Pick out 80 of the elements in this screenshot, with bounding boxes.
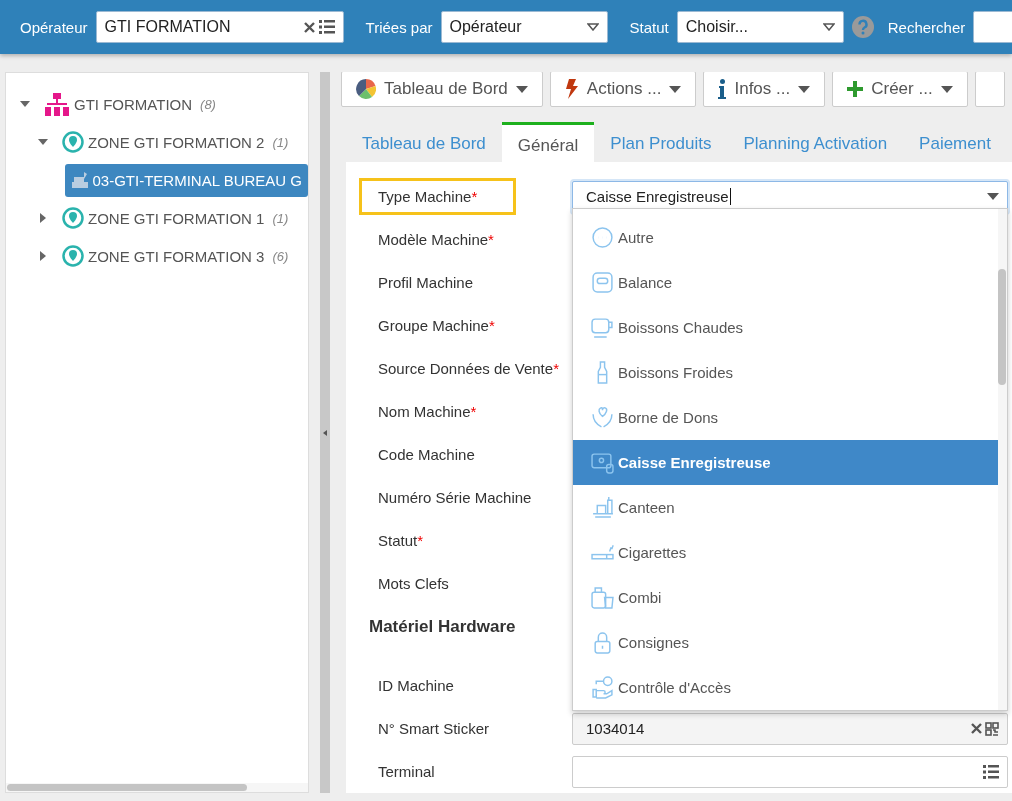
tree-item[interactable]: ZONE GTI FORMATION 1 (1)	[56, 201, 295, 235]
dropdown-option[interactable]: Balance	[573, 260, 998, 305]
dropdown-option[interactable]: Autre	[573, 215, 998, 260]
dropdown-caret-icon	[586, 23, 599, 31]
cash-register-icon	[591, 451, 614, 474]
lightning-icon	[564, 79, 579, 99]
toolbar-button[interactable]	[974, 72, 1005, 107]
heart-hands-icon	[591, 406, 614, 429]
padlock-icon	[591, 631, 614, 654]
help-icon	[851, 16, 874, 38]
tree-item[interactable]: 03-GTI-TERMINAL BUREAU G	[64, 163, 308, 197]
sort-label: Triées par	[365, 18, 433, 36]
clear-icon	[971, 723, 982, 734]
tree-item[interactable]: GTI FORMATION (8)	[38, 87, 222, 121]
tab[interactable]: Général	[501, 122, 595, 162]
qr-code-icon	[985, 721, 999, 736]
field-label: Profil Machine	[377, 273, 475, 293]
toolbar-button[interactable]: Actions ...	[549, 72, 697, 107]
tree-item[interactable]: ZONE GTI FORMATION 3 (6)	[56, 239, 295, 273]
caret-icon	[669, 85, 682, 93]
operator-field[interactable]: GTI FORMATION	[95, 11, 344, 43]
dropdown-caret-icon	[822, 23, 835, 31]
status-select[interactable]: Choisir...	[676, 11, 844, 43]
search-label: Rechercher	[887, 18, 966, 36]
clear-icon	[303, 21, 315, 33]
field-label: Numéro Série Machine	[377, 488, 533, 508]
field-label: ID Machine	[377, 676, 455, 696]
field-label: Groupe Machine*	[377, 316, 496, 336]
dots-circle-icon	[591, 226, 614, 249]
dropdown-option[interactable]: Combi	[573, 575, 998, 620]
key-in-hand-icon	[591, 676, 614, 699]
location-pin-icon	[62, 131, 84, 153]
tree-item[interactable]: ZONE GTI FORMATION 2 (1)	[56, 125, 295, 159]
dropdown-option[interactable]: Caisse Enregistreuse	[573, 440, 998, 485]
field-label: Modèle Machine*	[377, 230, 495, 250]
smart-sticker-field[interactable]: 1034014	[572, 712, 1008, 745]
caret-icon	[515, 85, 528, 93]
field-label: Type Machine*	[359, 178, 516, 215]
field-label: Terminal	[377, 762, 436, 782]
scrollbar-thumb[interactable]	[998, 269, 1006, 385]
info-icon	[718, 79, 727, 99]
cash-register-icon	[70, 171, 89, 189]
location-pin-icon	[62, 245, 84, 267]
pie-chart-icon	[356, 79, 376, 99]
dropdown-option[interactable]: Cigarettes	[573, 530, 998, 575]
plus-icon	[847, 81, 864, 97]
field-label: Statut*	[377, 531, 425, 551]
location-pin-icon	[62, 207, 84, 229]
field-label: N° Smart Sticker	[377, 719, 490, 739]
caret-icon	[798, 85, 811, 93]
terminal-field[interactable]	[572, 755, 1008, 788]
toolbar-button[interactable]: Créer ...	[832, 72, 968, 107]
status-label: Statut	[629, 18, 669, 36]
hierarchy-icon	[44, 92, 70, 116]
sort-select[interactable]: Opérateur	[440, 11, 608, 43]
dropdown-option[interactable]: Contrôle d'Accès	[573, 665, 998, 710]
bag-and-cup-icon	[591, 586, 614, 609]
dropdown-option[interactable]: Boissons Froides	[573, 350, 998, 395]
caret-icon	[940, 85, 953, 93]
splitter[interactable]	[320, 72, 330, 793]
dropdown-option[interactable]: Borne de Dons	[573, 395, 998, 440]
dropdown-option[interactable]: Boissons Chaudes	[573, 305, 998, 350]
dropdown-option[interactable]: Consignes	[573, 620, 998, 665]
list-icon	[983, 764, 999, 779]
cup-icon	[591, 316, 614, 339]
field-label: Nom Machine*	[377, 402, 478, 422]
tray-icon	[591, 496, 614, 519]
toolbar-button[interactable]: Tableau de Bord	[341, 72, 543, 107]
field-label: Mots Clefs	[377, 574, 450, 594]
field-label: Code Machine	[377, 445, 476, 465]
section-heading: Matériel Hardware	[369, 616, 516, 638]
toolbar-button[interactable]: Infos ...	[703, 72, 826, 107]
operator-label: Opérateur	[20, 18, 88, 36]
scale-icon	[591, 271, 614, 294]
caret-icon	[987, 193, 999, 200]
scrollbar-thumb[interactable]	[7, 784, 247, 791]
collapse-arrow-icon	[323, 429, 327, 436]
list-icon	[318, 20, 335, 34]
field-label: Source Données de Vente*	[377, 359, 560, 379]
dropdown-option[interactable]: Canteen	[573, 485, 998, 530]
